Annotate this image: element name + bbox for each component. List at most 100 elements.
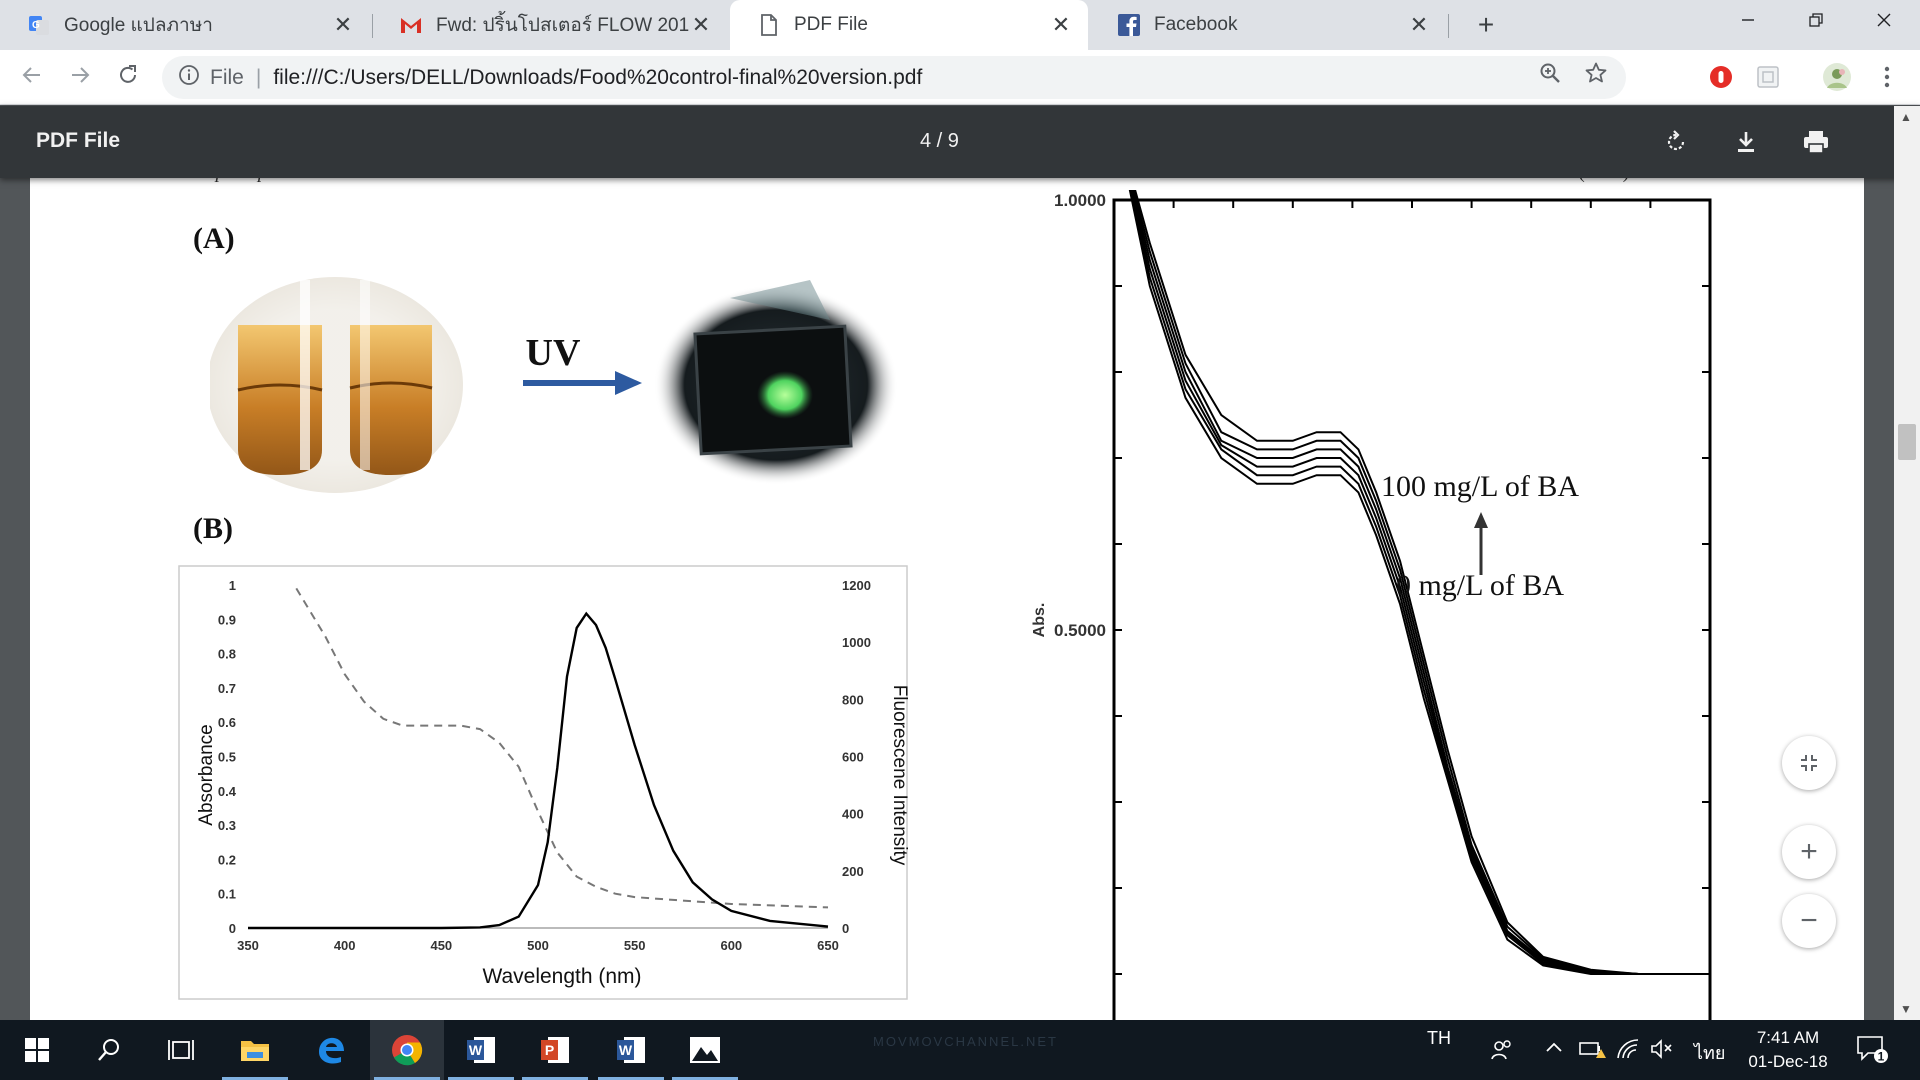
y2-tick-label: 1200 xyxy=(842,578,871,593)
y2-tick-label: 0 xyxy=(842,921,849,936)
y-tick-label: 0.7 xyxy=(218,681,236,696)
chrome-taskbar[interactable] xyxy=(370,1020,444,1080)
x-tick-label: 650 xyxy=(817,938,839,953)
y-tick-label: 0.2 xyxy=(218,852,236,867)
menu-icon[interactable] xyxy=(1872,62,1902,92)
panel-a-label: (A) xyxy=(193,222,235,255)
fit-page-icon xyxy=(1801,755,1817,771)
task-view-icon xyxy=(168,1040,194,1060)
rotate-button[interactable] xyxy=(1658,124,1694,160)
x-tick-label: 500 xyxy=(527,938,549,953)
reload-icon xyxy=(120,65,136,83)
pdf-page: K. Prapaikop et al. Food Control 96 (201… xyxy=(30,160,1864,1020)
chrome-icon xyxy=(392,1035,423,1066)
powerpoint-taskbar[interactable]: P xyxy=(518,1020,592,1080)
panel-b-label: (B) xyxy=(193,512,233,545)
system-clock[interactable]: 7:41 AM 01-Dec-18 xyxy=(1740,1026,1836,1074)
windows-taskbar: W P W MOVMOVCHANNEL.NET TH ไทย 7:41 AM 0… xyxy=(0,1020,1920,1080)
star-icon[interactable] xyxy=(1580,61,1612,93)
language-indicator[interactable]: ไทย xyxy=(1694,1038,1725,1067)
wifi-icon[interactable] xyxy=(1616,1038,1640,1065)
fit-to-page-button[interactable] xyxy=(1782,736,1836,790)
url-text[interactable]: file:///C:/Users/DELL/Downloads/Food%20c… xyxy=(273,66,922,90)
tab-facebook[interactable]: Facebook ✕ xyxy=(1090,0,1446,50)
word-taskbar-2[interactable]: W xyxy=(594,1020,668,1080)
zoom-in-button[interactable]: + xyxy=(1782,825,1836,879)
vials-photo: UV xyxy=(210,277,898,493)
close-icon[interactable]: ✕ xyxy=(1050,12,1072,38)
annotation-0-mg: 0 mg/L of BA xyxy=(1396,569,1564,602)
svg-text:G: G xyxy=(32,20,40,31)
tab-strip: G Google แปลภาษา ✕ Fwd: ปริ้นโปสเตอร์ FL… xyxy=(0,0,1920,50)
arrow-right-icon xyxy=(72,67,90,83)
notification-center-button[interactable]: 1 xyxy=(1856,1034,1888,1069)
search-button[interactable] xyxy=(72,1020,146,1080)
arrow-left-icon xyxy=(22,67,40,83)
restore-button[interactable] xyxy=(1784,0,1848,44)
adblock-extension-icon[interactable] xyxy=(1706,62,1736,92)
scroll-down-icon[interactable]: ▼ xyxy=(1900,1002,1912,1016)
x-tick-label: 450 xyxy=(430,938,452,953)
forward-button[interactable] xyxy=(62,60,98,96)
photos-taskbar[interactable] xyxy=(668,1020,742,1080)
document-icon xyxy=(758,14,780,36)
chart-frame xyxy=(178,565,908,1000)
page-indicator[interactable]: 4 / 9 xyxy=(920,130,959,153)
y-tick-label: 0.6 xyxy=(218,715,236,730)
zoom-out-button[interactable]: − xyxy=(1782,894,1836,948)
tab-title: Fwd: ปริ้นโปสเตอร์ FLOW 2018 - or xyxy=(436,15,690,36)
tab-google-translate[interactable]: G Google แปลภาษา ✕ xyxy=(0,0,370,50)
x-tick-label: 600 xyxy=(720,938,742,953)
print-button[interactable] xyxy=(1798,124,1834,160)
chevron-up-icon[interactable] xyxy=(1544,1038,1564,1063)
profile-avatar[interactable] xyxy=(1822,62,1852,92)
y-tick-label: 0.1 xyxy=(218,887,236,902)
tab-gmail[interactable]: Fwd: ปริ้นโปสเตอร์ FLOW 2018 - or ✕ xyxy=(372,0,728,50)
y-tick-label: 0.3 xyxy=(218,818,236,833)
spectra-y-axis-label: Abs. xyxy=(1031,603,1048,638)
x-axis-label: Wavelength (nm) xyxy=(482,965,641,988)
close-icon[interactable]: ✕ xyxy=(1408,12,1430,38)
y-tick-label: 0.5 xyxy=(218,750,236,765)
download-icon xyxy=(1738,132,1754,152)
task-view-button[interactable] xyxy=(144,1020,218,1080)
edge-icon xyxy=(319,1037,344,1064)
spectra-axis-ticks: 1.0000 0.5000 xyxy=(1054,191,1710,975)
scroll-thumb[interactable] xyxy=(1898,424,1916,460)
close-icon[interactable]: ✕ xyxy=(332,12,354,38)
download-button[interactable] xyxy=(1728,124,1764,160)
edge-taskbar[interactable] xyxy=(294,1020,368,1080)
tab-pdf-file[interactable]: PDF File ✕ xyxy=(730,0,1088,50)
file-explorer-taskbar[interactable] xyxy=(218,1020,292,1080)
close-icon[interactable]: ✕ xyxy=(690,12,712,38)
zoom-icon[interactable] xyxy=(1534,61,1566,93)
back-button[interactable] xyxy=(14,60,50,96)
info-icon[interactable] xyxy=(178,64,200,92)
search-icon xyxy=(98,1039,119,1061)
minimize-button[interactable] xyxy=(1716,0,1780,44)
address-bar[interactable]: File | file:///C:/Users/DELL/Downloads/F… xyxy=(162,56,1626,99)
word-icon: W xyxy=(467,1037,495,1063)
y2-tick-label: 400 xyxy=(842,807,864,822)
word-taskbar[interactable]: W xyxy=(444,1020,518,1080)
reload-button[interactable] xyxy=(110,60,146,96)
battery-warning-icon[interactable] xyxy=(1578,1038,1606,1065)
input-language[interactable]: TH xyxy=(1427,1028,1451,1049)
close-icon xyxy=(1877,13,1891,27)
close-window-button[interactable] xyxy=(1852,0,1916,44)
volume-muted-icon[interactable] xyxy=(1650,1038,1674,1065)
arrow-up-icon xyxy=(1474,512,1488,528)
url-scheme-label: File xyxy=(210,65,244,89)
pdf-title: PDF File xyxy=(36,129,121,152)
gmail-icon xyxy=(400,14,422,36)
x-tick-label: 400 xyxy=(334,938,356,953)
page-scrollbar[interactable]: ▲ ▼ xyxy=(1894,106,1920,1020)
spectra-y-tick-label: 0.5000 xyxy=(1054,621,1106,640)
start-button[interactable] xyxy=(0,1020,74,1080)
extension-icon[interactable] xyxy=(1753,62,1783,92)
y2-tick-label: 200 xyxy=(842,864,864,879)
people-icon[interactable] xyxy=(1490,1038,1514,1067)
tab-title: Facebook xyxy=(1154,14,1238,35)
scroll-up-icon[interactable]: ▲ xyxy=(1900,110,1912,124)
new-tab-button[interactable]: + xyxy=(1468,7,1504,43)
